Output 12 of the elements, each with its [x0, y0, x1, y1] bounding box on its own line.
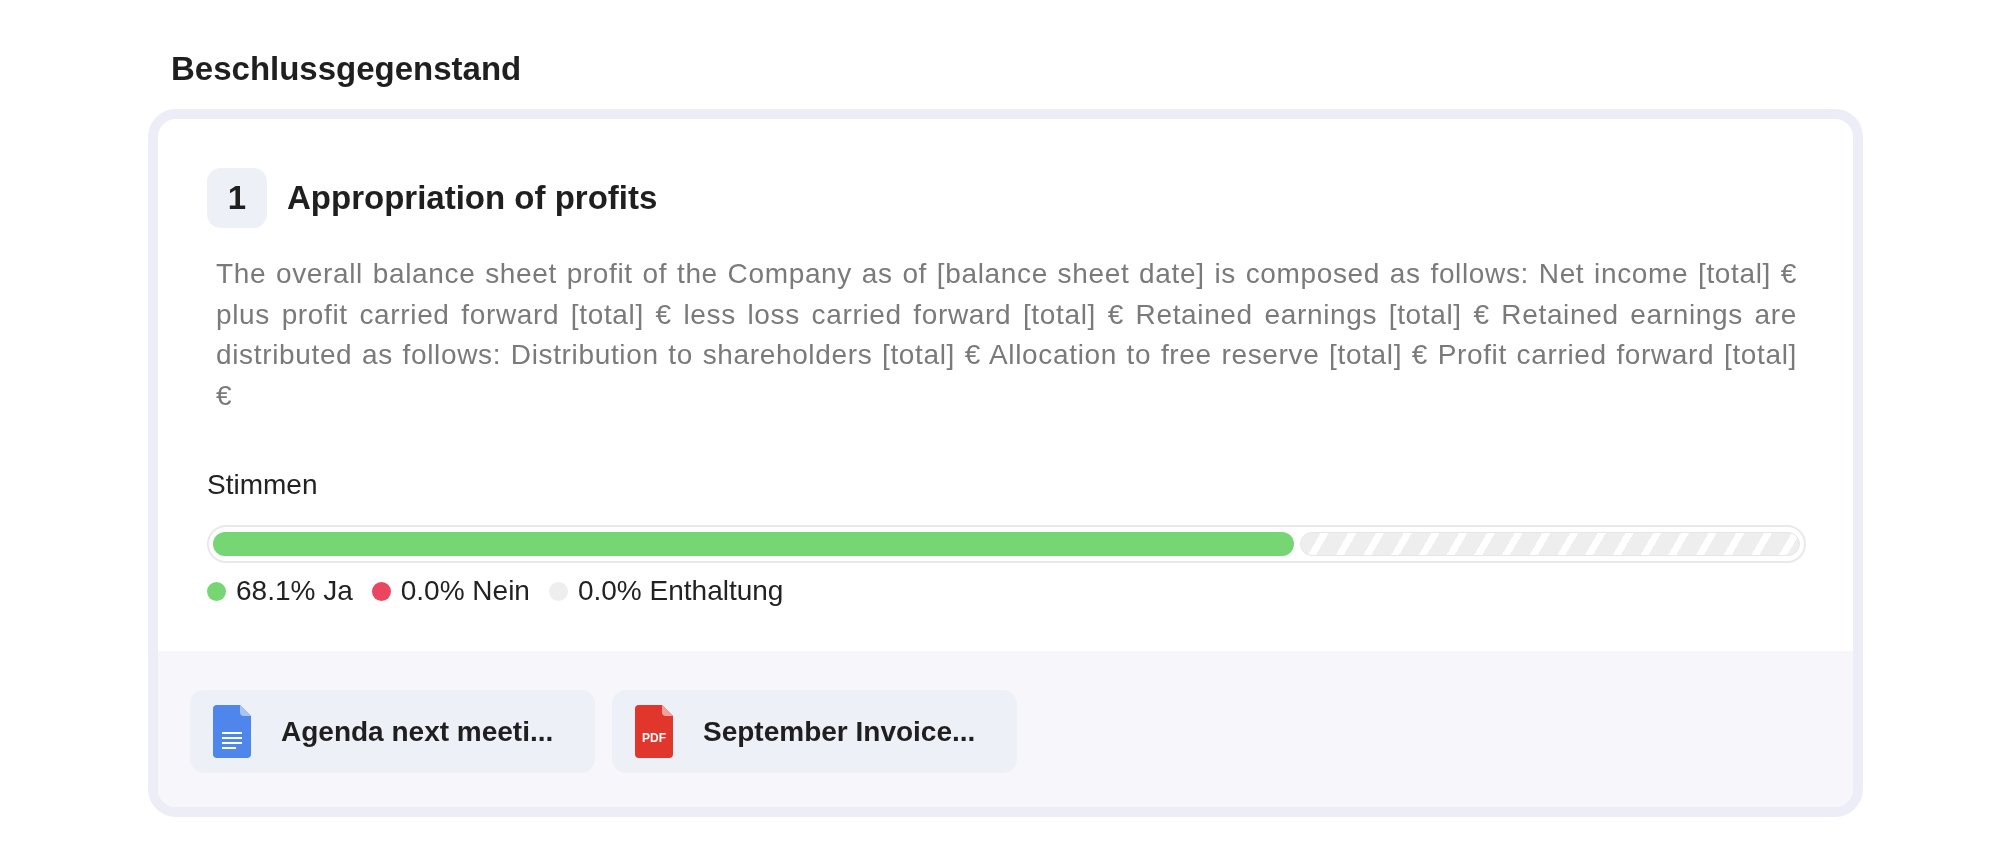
item-number: 1: [207, 168, 267, 228]
document-icon: [213, 705, 251, 759]
pdf-file-icon: PDF: [635, 705, 673, 759]
item-title: Appropriation of profits: [287, 178, 658, 218]
attachment-button[interactable]: PDF September Invoice...: [612, 690, 1017, 774]
legend-label: 68.1% Ja: [236, 576, 353, 607]
section-title: Beschlussgegenstand: [171, 49, 522, 89]
votes-label: Stimmen: [207, 470, 319, 501]
attachment-button[interactable]: Agenda next meeti...: [190, 690, 595, 774]
legend-label: 0.0% Enthaltung: [577, 576, 784, 607]
item-description: The overall balance sheet profit of the Company as of [balance sheet date] is composed as follows: Net income [total] € plus profit carried forward [total] € less loss carried forward [total] € Retained earnings [total] € Retained earnings are distributed as follows: Distribution to shareholders [total] € Allocation to free reserve [total] € Profit carried forward [total] €: [215, 257, 1798, 413]
legend-label: 0.0% Nein: [400, 576, 530, 607]
